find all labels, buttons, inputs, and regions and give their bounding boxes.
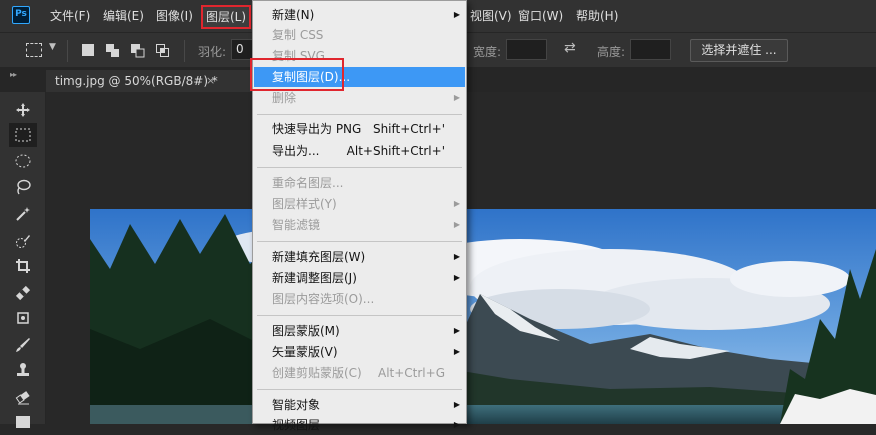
menu-item-delete: 删除 ▶ [254,88,465,108]
divider [67,40,68,62]
menu-item-label: 重命名图层... [272,176,344,190]
menu-item-label: 复制 CSS [272,28,324,42]
submenu-arrow-icon: ▶ [453,420,460,429]
menu-item-export-as[interactable]: 导出为... Alt+Shift+Ctrl+' [254,141,465,161]
submenu-arrow-icon: ▶ [453,93,460,102]
marquee-preset-icon[interactable] [26,43,42,57]
mountain-lake-photo[interactable] [90,209,876,424]
menu-help[interactable]: 帮助(H) [576,0,618,32]
new-selection-icon[interactable] [82,44,94,56]
menu-item-video-layers[interactable]: 视频图层 ▶ [254,415,465,435]
width-label: 宽度: [473,45,502,59]
frame-tool-icon[interactable] [9,281,37,305]
annotation-highlight-box [250,58,344,91]
menu-image[interactable]: 图像(I) [156,0,193,32]
menu-item-label: 新建调整图层(J) [272,271,357,285]
intersect-selection-icon[interactable] [156,44,169,57]
select-and-mask-button[interactable]: 选择并遮住 ... [690,39,788,62]
menu-item-label: 矢量蒙版(V) [272,345,338,359]
menu-item-new-fill-layer[interactable]: 新建填充图层(W) ▶ [254,247,465,267]
menu-item-shortcut: Alt+Shift+Ctrl+' [346,144,445,158]
document-tab[interactable]: timg.jpg @ 50%(RGB/8#) * × [46,70,252,92]
menu-item-label: 新建填充图层(W) [272,250,366,264]
menu-item-label: 智能滤镜 [272,218,321,232]
menu-separator [257,389,462,390]
menu-item-layer-content-options: 图层内容选项(O)... [254,289,465,309]
menu-item-copy-css: 复制 CSS [254,25,465,45]
submenu-arrow-icon: ▶ [453,273,460,282]
submenu-arrow-icon: ▶ [453,10,460,19]
menu-item-label: 导出为... [272,144,320,158]
submenu-arrow-icon: ▶ [453,400,460,409]
divider [184,40,185,62]
width-input[interactable] [506,39,547,60]
menu-item-label: 视频图层 [272,418,321,432]
tools-panel [0,92,46,428]
menu-item-label: 图层蒙版(M) [272,324,340,338]
menu-item-shortcut: Alt+Ctrl+G [377,366,445,380]
submenu-arrow-icon: ▶ [453,220,460,229]
close-icon[interactable]: × [206,70,215,92]
menu-edit[interactable]: 编辑(E) [103,0,144,32]
menu-item-rename-layer: 重命名图层... [254,173,465,193]
menu-item-create-clipping-mask: 创建剪贴蒙版(C) Alt+Ctrl+G [254,363,465,383]
menu-item-label: 快速导出为 PNG [272,122,362,136]
collapse-panel-icon[interactable]: ▸▸ [10,70,17,79]
clone-stamp-tool-icon[interactable] [9,358,37,382]
move-tool-icon[interactable] [9,98,37,122]
menu-file[interactable]: 文件(F) [50,0,90,32]
spot-healing-brush-tool-icon[interactable] [9,306,37,330]
gradient-tool-icon[interactable] [9,410,37,434]
menu-item-label: 删除 [272,91,297,105]
crop-tool-icon[interactable] [9,254,37,278]
menu-item-smart-filter: 智能滤镜 ▶ [254,215,465,235]
menu-separator [257,315,462,316]
elliptical-marquee-tool-icon[interactable] [9,149,37,173]
quick-selection-tool-icon[interactable] [9,229,37,253]
submenu-arrow-icon: ▶ [453,326,460,335]
feather-label: 羽化: [198,45,227,59]
swap-arrows-icon[interactable]: ⇄ [564,40,576,56]
submenu-arrow-icon: ▶ [453,347,460,356]
height-label: 高度: [597,45,626,59]
subtract-from-selection-icon[interactable] [131,44,145,58]
submenu-arrow-icon: ▶ [453,252,460,261]
photoshop-logo-icon: Ps [12,6,30,24]
menu-item-label: 图层内容选项(O)... [272,292,375,306]
menu-separator [257,167,462,168]
menu-separator [257,241,462,242]
menu-view[interactable]: 视图(V) [470,0,512,32]
menu-item-vector-mask[interactable]: 矢量蒙版(V) ▶ [254,342,465,362]
menu-item-smart-object[interactable]: 智能对象 ▶ [254,395,465,415]
menu-item-label: 图层样式(Y) [272,197,337,211]
feather-input[interactable]: 0 像 [231,39,253,60]
menu-item-new-adjustment-layer[interactable]: 新建调整图层(J) ▶ [254,268,465,288]
menu-item-label: 创建剪贴蒙版(C) [272,366,362,380]
menu-separator [257,114,462,115]
submenu-arrow-icon: ▶ [453,199,460,208]
rectangular-marquee-tool-icon[interactable] [9,123,37,147]
eraser-tool-icon[interactable] [9,385,37,409]
menu-item-new[interactable]: 新建(N) ▶ [254,5,465,25]
menu-window[interactable]: 窗口(W) [518,0,563,32]
height-input[interactable] [630,39,671,60]
menu-layer[interactable]: 图层(L) [201,5,252,29]
magic-wand-tool-icon[interactable] [9,202,37,226]
menu-item-quick-export-png[interactable]: 快速导出为 PNG Shift+Ctrl+' [254,119,465,139]
add-to-selection-icon[interactable] [106,44,119,57]
menu-item-label: 智能对象 [272,398,321,412]
menu-item-label: 新建(N) [272,8,315,22]
menu-item-shortcut: Shift+Ctrl+' [372,122,445,136]
chevron-down-icon[interactable]: ▼ [49,42,56,52]
document-tab-title: timg.jpg @ 50%(RGB/8#) * [55,74,218,88]
menu-item-layer-style: 图层样式(Y) ▶ [254,194,465,214]
menu-item-layer-mask[interactable]: 图层蒙版(M) ▶ [254,321,465,341]
brush-tool-icon[interactable] [9,333,37,357]
lasso-tool-icon[interactable] [9,175,37,199]
